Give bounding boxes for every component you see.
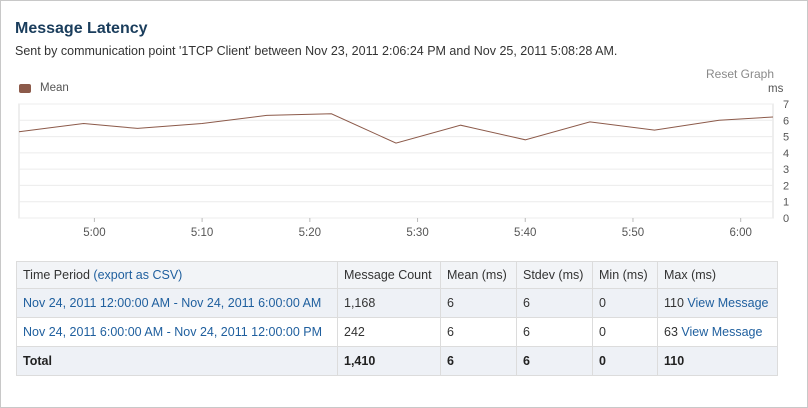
data-point [588,120,591,123]
count-cell: 1,168 [337,288,441,318]
y-axis-units: ms [768,83,784,95]
period-link[interactable]: Nov 24, 2011 6:00:00 AM - Nov 24, 2011 1… [23,325,322,339]
data-point [265,114,268,117]
legend-label-mean: Mean [40,82,69,94]
latency-table: Time Period (export as CSV) Message Coun… [16,261,778,376]
data-point [772,116,775,119]
view-message-link[interactable]: View Message [681,325,762,339]
table-header-row: Time Period (export as CSV) Message Coun… [16,261,778,289]
col-stdev: Stdev (ms) [516,261,593,289]
latency-chart[interactable]: 0 1 2 3 4 5 6 7 5:00 5:10 5:20 5:30 5:40 5:50 6:00 [1,96,808,246]
total-max: 110 [657,346,778,376]
max-value: 110 [664,296,684,310]
period-cell: Nov 24, 2011 6:00:00 AM - Nov 24, 2011 1… [16,317,338,347]
table-row: Nov 24, 2011 12:00:00 AM - Nov 24, 2011 … [16,288,778,318]
y-tick-label: 4 [783,148,789,160]
total-stdev: 6 [516,346,593,376]
data-point [18,130,21,133]
y-tick-label: 7 [783,99,789,111]
count-cell: 242 [337,317,441,347]
page-title: Message Latency [15,20,148,37]
col-message-count: Message Count [337,261,441,289]
total-min: 0 [592,346,658,376]
data-point [82,122,85,125]
data-point [395,142,398,145]
min-cell: 0 [592,317,658,347]
total-mean: 6 [440,346,517,376]
y-tick-label: 1 [783,197,789,209]
max-cell: 63 View Message [657,317,778,347]
mean-cell: 6 [440,288,517,318]
col-mean: Mean (ms) [440,261,517,289]
y-tick-label: 6 [783,115,789,127]
page-subtitle: Sent by communication point '1TCP Client… [15,44,618,58]
latency-table-wrap: Time Period (export as CSV) Message Coun… [16,261,778,376]
report-panel: Message Latency Sent by communication po… [0,0,808,408]
col-min: Min (ms) [592,261,658,289]
y-tick-label: 2 [783,180,789,192]
y-tick-label: 5 [783,132,789,144]
x-tick-label: 5:40 [514,227,536,239]
data-point [201,122,204,125]
col-max: Max (ms) [657,261,778,289]
x-tick-label: 6:00 [729,227,751,239]
x-tick-label: 5:20 [299,227,321,239]
y-tick-label: 3 [783,164,789,176]
plot-area [18,103,774,219]
reset-graph-link[interactable]: Reset Graph [706,67,774,81]
max-cell: 110 View Message [657,288,778,318]
period-link[interactable]: Nov 24, 2011 12:00:00 AM - Nov 24, 2011 … [23,296,321,310]
x-tick-label: 5:30 [406,227,428,239]
export-csv-link[interactable]: (export as CSV) [93,268,182,282]
x-tick-label: 5:50 [622,227,644,239]
data-point [524,138,527,141]
max-value: 63 [664,325,678,339]
view-message-link[interactable]: View Message [687,296,768,310]
col-time-period-label: Time Period [23,268,90,282]
data-point [136,127,139,130]
col-time-period: Time Period (export as CSV) [16,261,338,289]
stdev-cell: 6 [516,288,593,318]
total-row: Total 1,410 6 6 0 110 [16,346,778,376]
min-cell: 0 [592,288,658,318]
x-tick-label: 5:00 [83,227,105,239]
chart-legend[interactable]: Mean [19,82,69,94]
table-row: Nov 24, 2011 6:00:00 AM - Nov 24, 2011 1… [16,317,778,347]
y-tick-label: 0 [783,213,789,225]
data-point [653,129,656,132]
data-point [718,119,721,122]
legend-swatch [19,83,31,93]
x-tick-label: 5:10 [191,227,213,239]
period-cell: Nov 24, 2011 12:00:00 AM - Nov 24, 2011 … [16,288,338,318]
data-point [330,112,333,115]
mean-cell: 6 [440,317,517,347]
total-count: 1,410 [337,346,441,376]
stdev-cell: 6 [516,317,593,347]
data-point [459,124,462,127]
total-label: Total [16,346,338,376]
